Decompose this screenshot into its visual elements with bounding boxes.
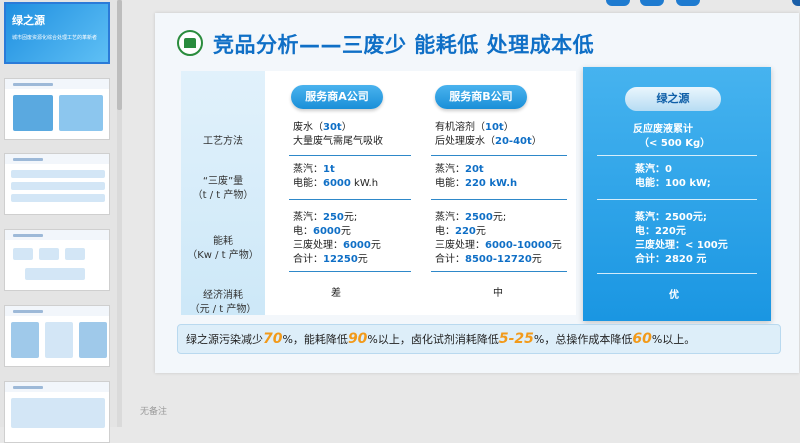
toolbar-tab-2[interactable] xyxy=(640,0,664,6)
provider-b-cost: 中 xyxy=(493,288,503,299)
toolbar-tab-1[interactable] xyxy=(606,0,630,6)
green-waste-1: 蒸汽：0 xyxy=(635,164,672,175)
summary-text-5: %以上。 xyxy=(651,333,696,346)
slide-thumbnail-3[interactable] xyxy=(4,153,110,215)
provider-a-energy-3: 三废处理：6000元 xyxy=(293,240,381,251)
summary-text-3: %以上，卤化试剂消耗降低 xyxy=(367,333,499,346)
provider-a-waste-2: 电能：6000 kW.h xyxy=(293,178,379,189)
toolbar-tab-3[interactable] xyxy=(676,0,700,6)
slide-title: 竞品分析——三废少 能耗低 处理成本低 xyxy=(213,33,595,57)
row-label-method: 工艺方法 xyxy=(203,136,243,147)
comparison-table: 工艺方法 “三废”量 （t / t 产物） 能耗 （Kw / t 产物） 经济消耗（… xyxy=(181,71,576,315)
thumbnail-scrollbar[interactable] xyxy=(117,0,122,427)
green-method-2: （< 500 Kg） xyxy=(639,138,711,149)
row-label-cost: 经济消耗 （元 / t 产物） xyxy=(189,290,257,315)
green-energy-2: 电：220元 xyxy=(635,226,686,237)
provider-a-cost: 差 xyxy=(331,288,341,299)
provider-b-method-1: 有机溶剂（10t） xyxy=(435,122,514,133)
summary-number-4: 60 xyxy=(632,331,652,347)
company-logo-icon xyxy=(177,30,203,56)
summary-number-2: 90 xyxy=(347,331,368,347)
thumbnail-subtitle: 城市固废资源化综合处理工艺的革新者 xyxy=(12,35,98,41)
slide-canvas[interactable]: 竞品分析——三废少 能耗低 处理成本低 工艺方法 “三废”量 （t / t 产物）… xyxy=(155,13,799,373)
slide-thumbnail-panel: 绿之源 城市固废资源化综合处理工艺的革新者 xyxy=(0,0,122,443)
green-energy-4: 合计：2820 元 xyxy=(635,254,707,265)
provider-b-waste-2: 电能：220 kW.h xyxy=(435,178,518,189)
slide-thumbnail-2[interactable] xyxy=(4,78,110,140)
provider-a-energy-2: 电：6000元 xyxy=(293,226,351,237)
summary-number-1: 70 xyxy=(263,331,283,347)
green-energy-3: 三废处理：< 100元 xyxy=(635,240,728,251)
row-label-energy: 能耗 （Kw / t 产物） xyxy=(187,236,259,261)
provider-a-waste-1: 蒸汽：1t xyxy=(293,164,335,175)
summary-bar: 绿之源污染减少70%，能耗降低90%以上，卤化试剂消耗降低5-25%，总操作成本… xyxy=(177,324,781,354)
summary-text-4: %，总操作成本降低 xyxy=(533,333,633,346)
slide-thumbnail-1[interactable]: 绿之源 城市固废资源化综合处理工艺的革新者 xyxy=(4,2,110,64)
row-label-waste: “三废”量 （t / t 产物） xyxy=(192,176,254,201)
speaker-notes[interactable]: 无备注 xyxy=(140,404,167,417)
provider-b-energy-3: 三废处理：6000-10000元 xyxy=(435,240,562,251)
thumbnail-title: 绿之源 xyxy=(12,14,45,27)
green-method-1: 反应废液累计 xyxy=(633,124,693,135)
summary-text-1: 绿之源污染减少 xyxy=(186,333,263,346)
provider-b-header: 服务商B公司 xyxy=(435,85,527,109)
slide-thumbnail-5[interactable] xyxy=(4,305,110,367)
provider-b-energy-4: 合计：8500-12720元 xyxy=(435,254,542,265)
provider-b-energy-2: 电：220元 xyxy=(435,226,486,237)
summary-number-3: 5-25 xyxy=(498,331,534,347)
provider-a-method-2: 大量废气需尾气吸收 xyxy=(293,136,383,147)
toolbar-tab-4[interactable] xyxy=(792,0,800,6)
green-source-panel: 绿之源 反应废液累计 （< 500 Kg） 蒸汽：0 电能：100 kW; 蒸汽… xyxy=(583,67,771,321)
provider-b-method-2: 后处理废水（20-40t） xyxy=(435,136,542,147)
provider-b-energy-1: 蒸汽：2500元; xyxy=(435,212,507,223)
green-source-header: 绿之源 xyxy=(625,87,721,111)
green-cost: 优 xyxy=(669,290,679,301)
summary-text-2: %，能耗降低 xyxy=(282,333,348,346)
provider-b-waste-1: 蒸汽：20t xyxy=(435,164,484,175)
provider-a-energy-4: 合计：12250元 xyxy=(293,254,368,265)
green-energy-1: 蒸汽：2500元; xyxy=(635,212,707,223)
provider-a-energy-1: 蒸汽：250元; xyxy=(293,212,358,223)
green-waste-2: 电能：100 kW; xyxy=(635,178,711,189)
slide-thumbnail-6[interactable] xyxy=(4,381,110,443)
provider-a-method-1: 废水（30t） xyxy=(293,122,352,133)
slide-thumbnail-4[interactable] xyxy=(4,229,110,291)
provider-a-header: 服务商A公司 xyxy=(291,85,383,109)
